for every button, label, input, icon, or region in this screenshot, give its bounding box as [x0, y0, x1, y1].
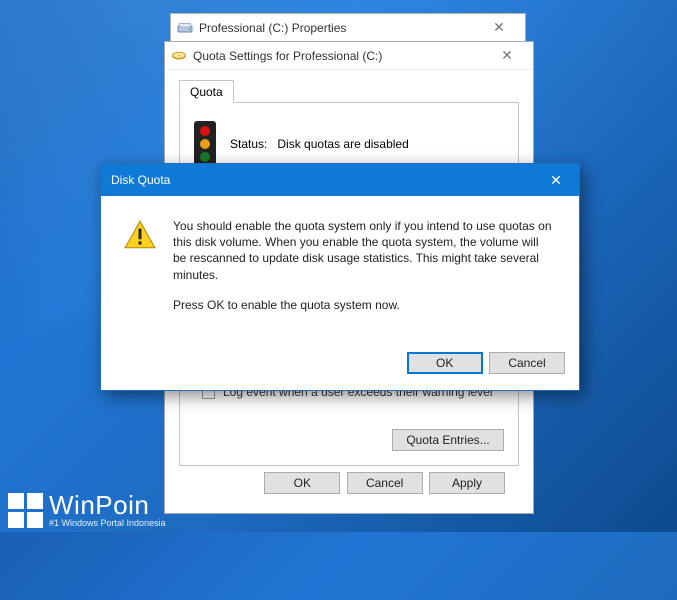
titlebar-disk-quota[interactable]: Disk Quota ✕: [101, 164, 579, 196]
close-icon[interactable]: ✕: [533, 164, 579, 196]
dialog-message-2: Press OK to enable the quota system now.: [173, 297, 555, 313]
status-row: Status: Disk quotas are disabled: [194, 121, 504, 167]
drive-icon: [177, 20, 193, 36]
watermark-tagline: #1 Windows Portal Indonesia: [49, 518, 166, 528]
titlebar-properties-title: Professional (C:) Properties: [199, 21, 479, 35]
ok-button[interactable]: OK: [407, 352, 483, 374]
winpoin-logo-icon: [8, 493, 43, 528]
dialog-message: You should enable the quota system only …: [173, 218, 555, 327]
titlebar-quota-settings-title: Quota Settings for Professional (C:): [193, 49, 487, 63]
ok-button[interactable]: OK: [264, 472, 340, 494]
quota-settings-footer: OK Cancel Apply: [179, 466, 519, 494]
apply-button[interactable]: Apply: [429, 472, 505, 494]
close-icon[interactable]: ✕: [487, 47, 527, 64]
disk-icon: [171, 48, 187, 64]
status-value: Disk quotas are disabled: [277, 137, 408, 151]
close-icon[interactable]: ✕: [479, 19, 519, 36]
watermark-brand: WinPoin: [49, 492, 166, 518]
traffic-light-icon: [194, 121, 216, 167]
dialog-message-1: You should enable the quota system only …: [173, 218, 555, 283]
dialog-title: Disk Quota: [111, 173, 533, 187]
cancel-button[interactable]: Cancel: [347, 472, 423, 494]
titlebar-properties[interactable]: Professional (C:) Properties ✕: [171, 14, 525, 42]
warning-icon: [123, 218, 157, 255]
quota-entries-button[interactable]: Quota Entries...: [392, 429, 504, 451]
status-label: Status:: [230, 137, 267, 151]
tab-quota[interactable]: Quota: [179, 80, 234, 103]
cancel-button[interactable]: Cancel: [489, 352, 565, 374]
dialog-disk-quota: Disk Quota ✕ You should enable the quota…: [100, 163, 580, 391]
watermark: WinPoin #1 Windows Portal Indonesia: [8, 492, 166, 528]
dialog-footer: OK Cancel: [101, 346, 579, 390]
titlebar-quota-settings[interactable]: Quota Settings for Professional (C:) ✕: [165, 42, 533, 70]
